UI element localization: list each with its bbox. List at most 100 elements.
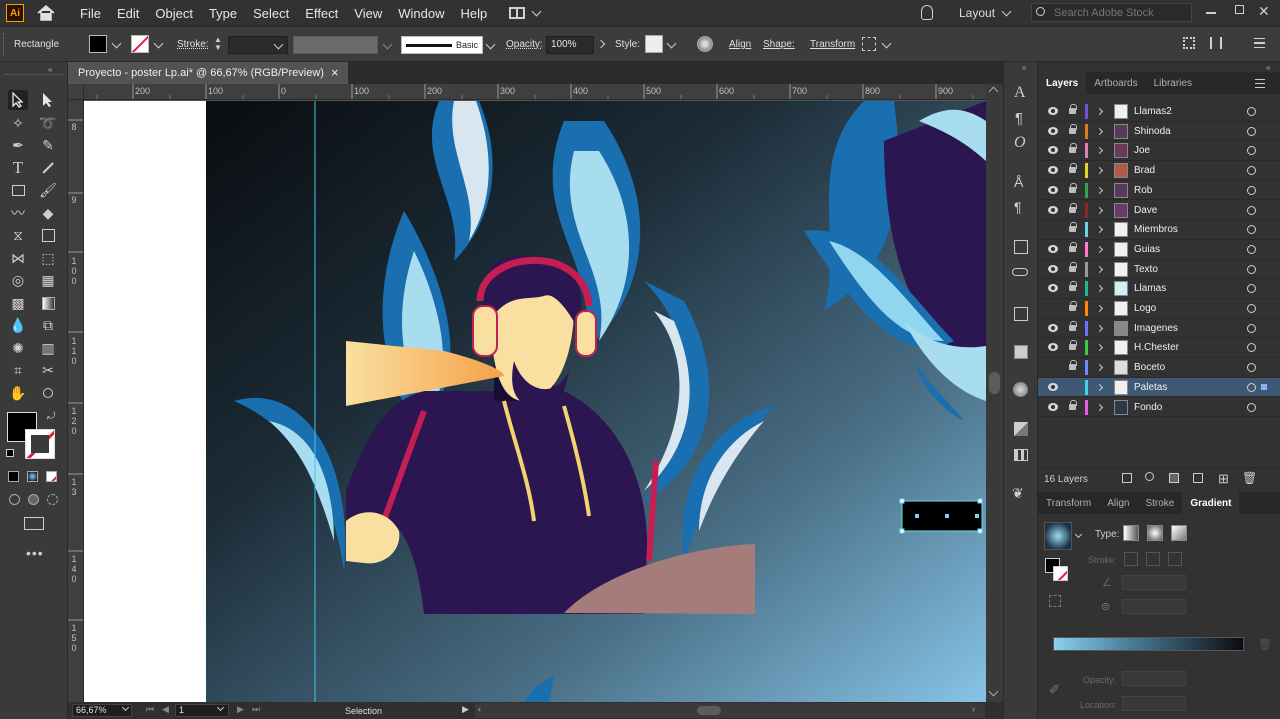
aspect-ratio-field[interactable] — [1122, 599, 1186, 614]
chevron-down-icon[interactable] — [1074, 530, 1083, 539]
layer-name[interactable]: Llamas2 — [1134, 106, 1172, 117]
layer-name[interactable]: Texto — [1134, 264, 1158, 275]
visibility-eye-icon[interactable] — [1048, 244, 1058, 253]
expand-chevron-icon[interactable] — [1095, 265, 1104, 273]
menu-edit[interactable]: Edit — [109, 6, 147, 21]
expand-chevron-icon[interactable] — [1095, 206, 1104, 214]
target-circle-icon[interactable] — [1247, 244, 1256, 254]
tab-artboards[interactable]: Artboards — [1086, 72, 1145, 94]
shape-link[interactable]: Shape: — [763, 39, 795, 50]
layer-row[interactable]: Brad — [1038, 161, 1280, 181]
layer-name[interactable]: Boceto — [1134, 362, 1165, 373]
layer-row-selected[interactable]: Paletas — [1038, 377, 1280, 398]
next-artboard-icon[interactable]: ▶ — [237, 704, 244, 715]
rectangle-tool-icon[interactable] — [8, 180, 28, 200]
zoom-tool-icon[interactable] — [38, 383, 58, 403]
arrange-documents-icon[interactable] — [509, 7, 526, 19]
screen-mode-icon[interactable] — [24, 517, 44, 530]
lock-icon[interactable] — [1069, 202, 1077, 213]
lock-icon[interactable] — [1069, 301, 1077, 311]
layer-row[interactable]: Joe — [1038, 141, 1280, 162]
clipping-mask-icon[interactable] — [1169, 473, 1179, 483]
tools-collapse-icon[interactable]: « — [48, 65, 52, 74]
character-styles-icon[interactable]: Å — [1014, 174, 1023, 190]
home-icon[interactable] — [36, 5, 58, 21]
layer-name[interactable]: Dave — [1134, 205, 1157, 216]
links-panel-icon[interactable] — [1012, 268, 1028, 276]
target-circle-icon[interactable] — [1247, 323, 1256, 333]
canvas[interactable] — [84, 101, 986, 702]
layer-name[interactable]: Llamas — [1134, 283, 1166, 294]
mesh-tool-icon[interactable]: ▩ — [8, 293, 28, 313]
lock-icon[interactable] — [1069, 163, 1077, 174]
visibility-eye-icon[interactable] — [1048, 166, 1058, 175]
curvature-tool-icon[interactable]: ✎ — [38, 135, 58, 155]
layer-row[interactable]: Llamas — [1038, 279, 1280, 299]
brush-definition[interactable]: Basic — [401, 36, 483, 54]
target-circle-icon[interactable] — [1247, 205, 1256, 215]
lock-icon[interactable] — [1069, 182, 1077, 193]
expand-chevron-icon[interactable] — [1095, 344, 1104, 352]
chevron-down-icon[interactable] — [382, 39, 393, 50]
stroke-color-box[interactable] — [25, 429, 55, 459]
close-icon[interactable]: ✕ — [1258, 3, 1270, 20]
export-panel-icon[interactable] — [1014, 240, 1028, 254]
isolate-icon[interactable] — [862, 37, 876, 51]
eyedropper-tool-icon[interactable]: 💧 — [8, 315, 28, 335]
pen-tool-icon[interactable]: ✒ — [8, 135, 28, 155]
angle-field[interactable] — [1122, 575, 1186, 590]
fill-swatch[interactable] — [89, 35, 107, 53]
gradient-location-field[interactable] — [1122, 696, 1186, 711]
tab-gradient[interactable]: Gradient — [1182, 492, 1240, 514]
gradient-mode-icon[interactable] — [27, 471, 38, 482]
width-tool-icon[interactable]: ⋈ — [8, 248, 28, 268]
layer-row[interactable]: Logo — [1038, 299, 1280, 319]
chevron-down-icon[interactable] — [531, 6, 542, 16]
transform-link[interactable]: Transform — [810, 39, 855, 50]
default-fill-stroke-icon[interactable] — [6, 449, 14, 457]
panel-toggle-icon[interactable] — [1210, 37, 1222, 49]
lock-icon[interactable] — [1069, 340, 1077, 351]
scroll-left-icon[interactable]: ‹ — [478, 704, 481, 714]
horizontal-scrollbar[interactable]: ‹ › — [475, 703, 985, 718]
visibility-eye-icon[interactable] — [1048, 264, 1058, 273]
draw-normal-icon[interactable] — [9, 494, 20, 505]
target-circle-icon[interactable] — [1247, 146, 1256, 156]
visibility-eye-icon[interactable] — [1048, 107, 1058, 115]
layer-row[interactable]: Texto — [1038, 260, 1280, 280]
shape-builder-tool-icon[interactable]: ◎ — [8, 270, 28, 290]
tab-stroke[interactable]: Stroke — [1137, 492, 1182, 514]
layer-row[interactable]: Dave — [1038, 201, 1280, 221]
expand-chevron-icon[interactable] — [1095, 364, 1104, 372]
paragraph-styles-icon[interactable]: ¶ — [1014, 199, 1022, 215]
target-circle-icon[interactable] — [1247, 284, 1256, 294]
panel-menu-icon[interactable] — [1255, 79, 1265, 88]
layer-name[interactable]: Joe — [1134, 145, 1150, 156]
target-circle-icon[interactable] — [1247, 225, 1256, 235]
expand-chevron-icon[interactable] — [1095, 186, 1104, 194]
type-tool-icon[interactable]: T — [8, 158, 28, 178]
layer-row[interactable]: Boceto — [1038, 358, 1280, 378]
scroll-down-icon[interactable] — [988, 686, 999, 697]
tab-layers[interactable]: Layers — [1038, 72, 1087, 94]
minimize-icon[interactable] — [1206, 12, 1216, 14]
menu-effect[interactable]: Effect — [297, 6, 346, 21]
scroll-thumb[interactable] — [989, 372, 1000, 394]
brushes-panel-icon[interactable]: ❦ — [1012, 485, 1024, 502]
paragraph-panel-icon[interactable]: ¶ — [1015, 110, 1023, 127]
direct-selection-tool-icon[interactable] — [38, 90, 58, 110]
visibility-eye-icon[interactable] — [1048, 323, 1058, 332]
lightbulb-icon[interactable] — [921, 5, 933, 20]
menu-view[interactable]: View — [346, 6, 390, 21]
free-transform-tool-icon[interactable]: ⬚ — [38, 248, 58, 268]
opacity-field[interactable]: 100% — [546, 36, 594, 54]
perspective-grid-tool-icon[interactable]: ▦ — [38, 270, 58, 290]
gradient-preview-swatch[interactable] — [1044, 522, 1072, 550]
layer-name[interactable]: H.Chester — [1134, 342, 1179, 353]
lock-icon[interactable] — [1069, 399, 1077, 410]
variable-width-profile[interactable] — [293, 36, 378, 54]
graphic-style-swatch[interactable] — [645, 35, 663, 53]
artwork[interactable] — [84, 101, 986, 702]
layer-name[interactable]: Brad — [1134, 165, 1155, 176]
expand-chevron-icon[interactable] — [1095, 167, 1104, 175]
